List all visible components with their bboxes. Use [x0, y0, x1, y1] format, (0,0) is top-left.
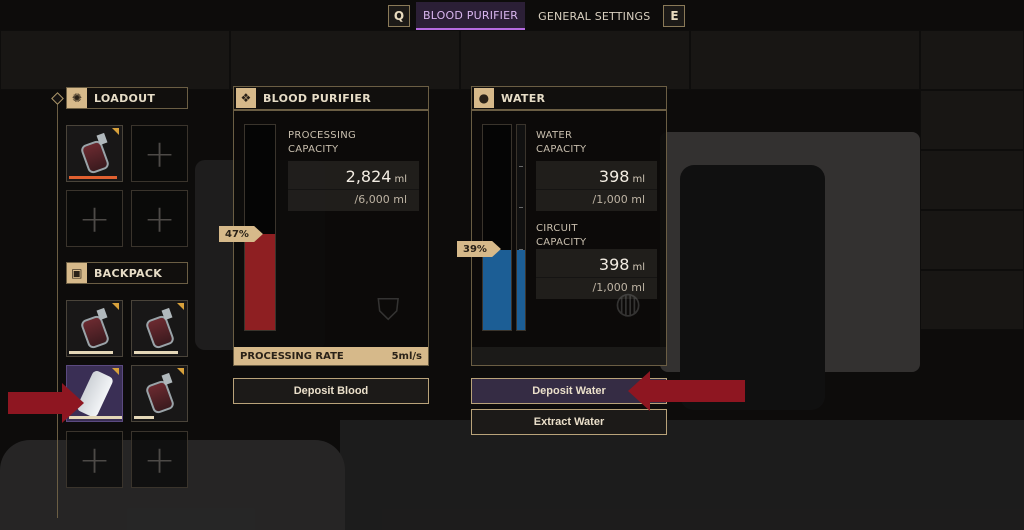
- blood-purifier-title: BLOOD PURIFIER: [263, 91, 372, 105]
- processing-capacity-value: 2,824 ml: [345, 167, 407, 186]
- water-gauge-percent-marker: 39%: [457, 241, 501, 257]
- top-tab-bar: Q BLOOD PURIFIER GENERAL SETTINGS E: [388, 2, 686, 30]
- durability-bar: [134, 416, 154, 419]
- loadout-title: LOADOUT: [94, 91, 156, 105]
- item-tier-marker: [112, 128, 119, 135]
- backpack-icon: ▣: [67, 263, 87, 283]
- blood-gauge-fill: [245, 233, 275, 330]
- loadout-slot-1[interactable]: [66, 125, 123, 182]
- processing-rate-bar: PROCESSING RATE 5ml/s: [234, 347, 428, 365]
- blood-pack-icon: [78, 132, 112, 176]
- circuit-gauge-fill: [517, 250, 525, 330]
- water-capacity-max: /1,000 ml: [592, 193, 645, 206]
- durability-bar: [134, 351, 178, 354]
- water-capacity-label: WATER CAPACITY: [536, 130, 587, 155]
- blood-pack-icon: [143, 372, 177, 416]
- circuit-capacity-label: CIRCUIT CAPACITY: [536, 223, 587, 248]
- processing-capacity-label: PROCESSING CAPACITY: [288, 130, 357, 155]
- empty-slot-plus-icon: +: [143, 437, 176, 482]
- blood-pack-icon: [143, 307, 177, 351]
- water-title: WATER: [501, 91, 546, 105]
- backpack-title: BACKPACK: [94, 266, 163, 280]
- deposit-blood-button[interactable]: Deposit Blood: [233, 378, 429, 404]
- extract-water-button[interactable]: Extract Water: [471, 409, 667, 435]
- processing-capacity-box: 2,824 ml /6,000 ml: [288, 161, 419, 211]
- blood-purifier-panel: PROCESSING CAPACITY 2,824 ml /6,000 ml ⛉ …: [233, 110, 429, 366]
- backpack-slot-5[interactable]: +: [66, 431, 123, 488]
- loadout-slot-3[interactable]: +: [66, 190, 123, 247]
- loadout-header: ✺ LOADOUT: [66, 87, 188, 109]
- backpack-header: ▣ BACKPACK: [66, 262, 188, 284]
- tab-blood-purifier[interactable]: BLOOD PURIFIER: [416, 2, 526, 30]
- empty-slot-plus-icon: +: [143, 196, 176, 241]
- blood-pack-watermark-icon: ⛉: [377, 293, 400, 328]
- durability-bar: [69, 351, 113, 354]
- empty-slot-plus-icon: +: [78, 437, 111, 482]
- tab-general-settings[interactable]: GENERAL SETTINGS: [531, 2, 657, 30]
- water-capacity-box: 398 ml /1,000 ml: [536, 161, 657, 211]
- water-panel-footer: [472, 347, 666, 365]
- water-gauge-fill: [483, 250, 511, 330]
- processing-rate-value: 5ml/s: [391, 350, 422, 362]
- circuit-capacity-value: 398 ml: [598, 255, 645, 274]
- item-tier-marker: [112, 368, 119, 375]
- blood-purifier-header: ❖ BLOOD PURIFIER: [233, 86, 429, 110]
- durability-bar: [69, 176, 117, 179]
- next-tab-key[interactable]: E: [663, 5, 686, 27]
- processing-rate-label: PROCESSING RATE: [240, 350, 344, 362]
- item-tier-marker: [112, 303, 119, 310]
- water-gauge: [482, 124, 512, 331]
- circuit-gauge: [516, 124, 526, 331]
- blood-gauge-percent-marker: 47%: [219, 226, 263, 242]
- empty-slot-plus-icon: +: [143, 131, 176, 176]
- water-capacity-value: 398 ml: [598, 167, 645, 186]
- item-tier-marker: [177, 303, 184, 310]
- guide-arrow-right: [628, 371, 745, 411]
- blood-drop-icon: ❖: [236, 88, 256, 108]
- processing-capacity-max: /6,000 ml: [354, 193, 407, 206]
- empty-slot-plus-icon: +: [78, 196, 111, 241]
- backpack-slot-4[interactable]: [131, 365, 188, 422]
- backpack-slot-6[interactable]: +: [131, 431, 188, 488]
- water-panel: WATER CAPACITY 398 ml /1,000 ml CIRCUIT C…: [471, 110, 667, 366]
- backpack-slot-1[interactable]: [66, 300, 123, 357]
- blood-pack-icon: [78, 307, 112, 351]
- inventory-connector-line: [57, 98, 58, 518]
- loadout-slot-2[interactable]: +: [131, 125, 188, 182]
- prev-tab-key[interactable]: Q: [388, 5, 410, 27]
- backpack-slot-2[interactable]: [131, 300, 188, 357]
- guide-arrow-left: [8, 383, 84, 423]
- water-drops-watermark-icon: ◍: [615, 286, 642, 321]
- water-drop-icon: ●: [474, 88, 494, 108]
- item-tier-marker: [177, 368, 184, 375]
- wheel-icon: ✺: [67, 88, 87, 108]
- loadout-slot-4[interactable]: +: [131, 190, 188, 247]
- water-header: ● WATER: [471, 86, 667, 110]
